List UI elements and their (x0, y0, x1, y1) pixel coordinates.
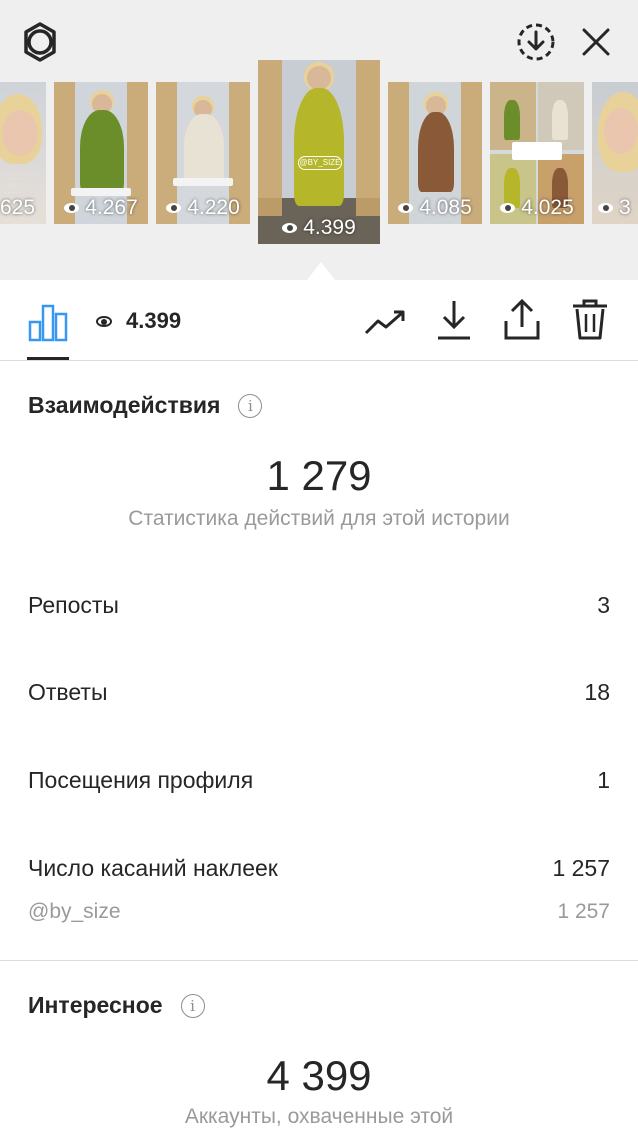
stat-label: Ответы (28, 679, 108, 705)
story-sticker: @BY_SIZE (298, 156, 342, 170)
story-thumbnail-selected[interactable]: @BY_SIZE 4.399 (258, 60, 380, 244)
stat-value: 18 (584, 679, 610, 705)
story-thumbnail[interactable]: · · · · · · · · · · · · · · 625 (0, 82, 46, 224)
close-icon[interactable] (576, 22, 616, 62)
interactions-title: Взаимодействия i (28, 392, 263, 419)
story-thumbnail[interactable]: 4.025 (490, 82, 584, 224)
stat-subrow-sticker[interactable]: @by_size 1 257 (28, 900, 610, 924)
story-thumbnail[interactable]: 4.085 (388, 82, 482, 224)
story-views: 4.399 (258, 216, 380, 244)
stat-value: 1 (597, 767, 610, 793)
stat-value: 1 257 (557, 900, 610, 923)
bar-chart-icon[interactable] (26, 300, 70, 344)
selection-pointer (307, 262, 335, 280)
eye-icon (398, 203, 414, 213)
active-tab-indicator (27, 357, 69, 360)
trending-icon[interactable] (364, 302, 408, 342)
eye-icon (598, 203, 613, 213)
stat-value: 3 (597, 592, 610, 618)
story-thumbnail[interactable]: 4.267 (54, 82, 148, 224)
stat-row-profile-visits: Посещения профиля 1 (28, 767, 610, 794)
info-icon[interactable]: i (238, 393, 263, 418)
story-views: 4.085 (388, 196, 482, 220)
trash-icon[interactable] (568, 296, 612, 342)
story-sticker (172, 178, 234, 186)
dashed-download-icon[interactable] (514, 20, 558, 64)
story-views: 4.025 (490, 196, 584, 220)
eye-icon (96, 315, 112, 327)
story-views: 625 (0, 196, 36, 219)
story-views: 4.267 (54, 196, 148, 220)
stat-value: 1 257 (552, 855, 610, 881)
stat-label: Посещения профиля (28, 767, 254, 793)
eye-icon (282, 223, 298, 233)
stat-row-reposts: Репосты 3 (28, 592, 610, 619)
eye-icon (166, 203, 182, 213)
story-strip-header: · · · · · · · · · · · · · · 625 4.267 4.… (0, 0, 638, 280)
gear-icon[interactable] (18, 20, 62, 64)
discovery-caption: Аккаунты, охваченные этой (184, 1105, 454, 1128)
download-icon[interactable] (434, 298, 474, 342)
story-toolbar: 4.399 (0, 280, 638, 361)
story-views: 3 (598, 196, 638, 220)
section-divider (0, 960, 638, 961)
eye-icon (64, 203, 80, 213)
eye-icon (500, 203, 516, 213)
interactions-caption: Статистика действий для этой истории (128, 507, 510, 530)
stories-carousel[interactable]: · · · · · · · · · · · · · · 625 4.267 4.… (0, 60, 638, 250)
share-icon[interactable] (500, 296, 544, 342)
stat-label: @by_size (28, 900, 121, 923)
discovery-total: 4 399 (266, 1052, 372, 1099)
interactions-total: 1 279 (266, 452, 372, 499)
stat-row-replies: Ответы 18 (28, 679, 610, 706)
story-caption-text: · · · · · · · · · · · · · · (4, 176, 21, 196)
info-icon[interactable]: i (180, 993, 205, 1018)
stat-label: Число касаний наклеек (28, 855, 278, 881)
stat-label: Репосты (28, 592, 119, 618)
story-thumbnail[interactable]: 3 (592, 82, 638, 224)
story-views: 4.220 (156, 196, 250, 220)
discovery-title: Интересное i (28, 992, 205, 1019)
story-thumbnail[interactable]: 4.220 (156, 82, 250, 224)
stat-row-sticker-taps: Число касаний наклеек 1 257 (28, 855, 610, 882)
toolbar-views: 4.399 (96, 308, 181, 334)
story-sticker (70, 188, 132, 196)
